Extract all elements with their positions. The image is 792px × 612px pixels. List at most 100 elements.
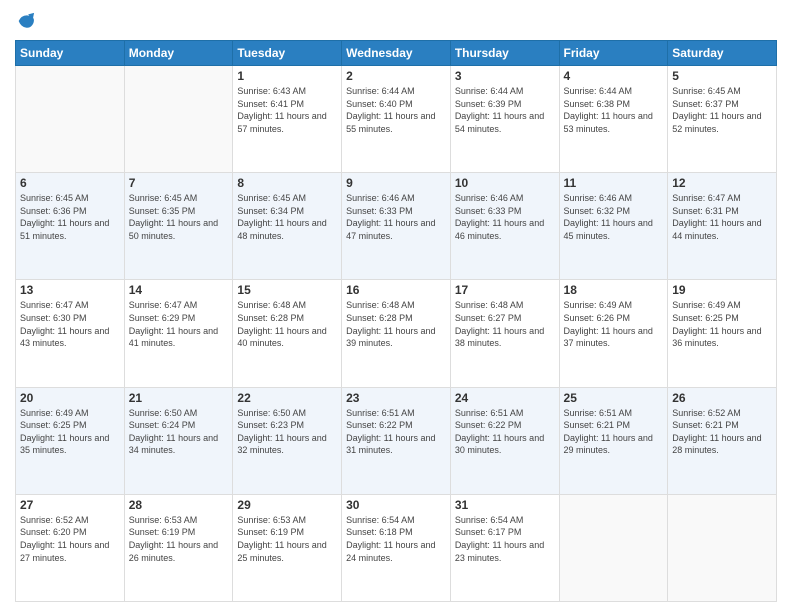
day-number: 29 [237, 498, 337, 512]
calendar-cell: 9 Sunrise: 6:46 AM Sunset: 6:33 PM Daylig… [342, 173, 451, 280]
calendar-body: 1 Sunrise: 6:43 AM Sunset: 6:41 PM Daylig… [16, 66, 777, 602]
day-info: Sunrise: 6:46 AM Sunset: 6:32 PM Dayligh… [564, 192, 664, 242]
calendar-cell: 13 Sunrise: 6:47 AM Sunset: 6:30 PM Dayli… [16, 280, 125, 387]
weekday-header-row: SundayMondayTuesdayWednesdayThursdayFrid… [16, 41, 777, 66]
day-number: 20 [20, 391, 120, 405]
logo [15, 10, 41, 32]
day-info: Sunrise: 6:48 AM Sunset: 6:27 PM Dayligh… [455, 299, 555, 349]
day-info: Sunrise: 6:51 AM Sunset: 6:21 PM Dayligh… [564, 407, 664, 457]
page: SundayMondayTuesdayWednesdayThursdayFrid… [0, 0, 792, 612]
day-info: Sunrise: 6:44 AM Sunset: 6:38 PM Dayligh… [564, 85, 664, 135]
day-info: Sunrise: 6:53 AM Sunset: 6:19 PM Dayligh… [237, 514, 337, 564]
calendar-week-1: 1 Sunrise: 6:43 AM Sunset: 6:41 PM Daylig… [16, 66, 777, 173]
day-info: Sunrise: 6:45 AM Sunset: 6:34 PM Dayligh… [237, 192, 337, 242]
calendar-cell [559, 494, 668, 601]
calendar-cell: 24Sunrise: 6:51 AM Sunset: 6:22 PM Dayli… [450, 387, 559, 494]
day-info: Sunrise: 6:45 AM Sunset: 6:35 PM Dayligh… [129, 192, 229, 242]
weekday-header-thursday: Thursday [450, 41, 559, 66]
day-info: Sunrise: 6:45 AM Sunset: 6:37 PM Dayligh… [672, 85, 772, 135]
day-number: 7 [129, 176, 229, 190]
day-number: 21 [129, 391, 229, 405]
calendar-cell: 23 Sunrise: 6:51 AM Sunset: 6:22 PM Dayli… [342, 387, 451, 494]
calendar-week-4: 20 Sunrise: 6:49 AM Sunset: 6:25 PM Dayli… [16, 387, 777, 494]
calendar-week-3: 13 Sunrise: 6:47 AM Sunset: 6:30 PM Dayli… [16, 280, 777, 387]
calendar-cell: 27 Sunrise: 6:52 AM Sunset: 6:20 PM Dayli… [16, 494, 125, 601]
day-info: Sunrise: 6:54 AM Sunset: 6:17 PM Dayligh… [455, 514, 555, 564]
logo-icon [15, 10, 37, 32]
day-number: 12 [672, 176, 772, 190]
day-info: Sunrise: 6:44 AM Sunset: 6:39 PM Dayligh… [455, 85, 555, 135]
day-number: 1 [237, 69, 337, 83]
day-number: 23 [346, 391, 446, 405]
day-number: 5 [672, 69, 772, 83]
calendar-cell: 28 Sunrise: 6:53 AM Sunset: 6:19 PM Dayli… [124, 494, 233, 601]
weekday-header-wednesday: Wednesday [342, 41, 451, 66]
day-info: Sunrise: 6:49 AM Sunset: 6:25 PM Dayligh… [20, 407, 120, 457]
day-info: Sunrise: 6:45 AM Sunset: 6:36 PM Dayligh… [20, 192, 120, 242]
day-info: Sunrise: 6:46 AM Sunset: 6:33 PM Dayligh… [455, 192, 555, 242]
calendar-cell: 11Sunrise: 6:46 AM Sunset: 6:32 PM Dayli… [559, 173, 668, 280]
day-info: Sunrise: 6:49 AM Sunset: 6:26 PM Dayligh… [564, 299, 664, 349]
day-info: Sunrise: 6:47 AM Sunset: 6:29 PM Dayligh… [129, 299, 229, 349]
day-info: Sunrise: 6:53 AM Sunset: 6:19 PM Dayligh… [129, 514, 229, 564]
day-number: 19 [672, 283, 772, 297]
day-info: Sunrise: 6:47 AM Sunset: 6:31 PM Dayligh… [672, 192, 772, 242]
day-number: 10 [455, 176, 555, 190]
calendar-header: SundayMondayTuesdayWednesdayThursdayFrid… [16, 41, 777, 66]
calendar-cell: 10 Sunrise: 6:46 AM Sunset: 6:33 PM Dayli… [450, 173, 559, 280]
calendar-cell: 29 Sunrise: 6:53 AM Sunset: 6:19 PM Dayli… [233, 494, 342, 601]
calendar-cell: 8 Sunrise: 6:45 AM Sunset: 6:34 PM Daylig… [233, 173, 342, 280]
day-info: Sunrise: 6:52 AM Sunset: 6:20 PM Dayligh… [20, 514, 120, 564]
day-info: Sunrise: 6:50 AM Sunset: 6:24 PM Dayligh… [129, 407, 229, 457]
calendar-cell: 5 Sunrise: 6:45 AM Sunset: 6:37 PM Daylig… [668, 66, 777, 173]
day-info: Sunrise: 6:48 AM Sunset: 6:28 PM Dayligh… [237, 299, 337, 349]
calendar-cell: 2Sunrise: 6:44 AM Sunset: 6:40 PM Daylig… [342, 66, 451, 173]
calendar-cell: 17 Sunrise: 6:48 AM Sunset: 6:27 PM Dayli… [450, 280, 559, 387]
calendar-table: SundayMondayTuesdayWednesdayThursdayFrid… [15, 40, 777, 602]
weekday-header-tuesday: Tuesday [233, 41, 342, 66]
calendar-cell: 18 Sunrise: 6:49 AM Sunset: 6:26 PM Dayli… [559, 280, 668, 387]
day-number: 25 [564, 391, 664, 405]
calendar-cell: 1 Sunrise: 6:43 AM Sunset: 6:41 PM Daylig… [233, 66, 342, 173]
day-number: 16 [346, 283, 446, 297]
day-number: 24 [455, 391, 555, 405]
day-number: 8 [237, 176, 337, 190]
day-number: 28 [129, 498, 229, 512]
day-number: 13 [20, 283, 120, 297]
day-info: Sunrise: 6:54 AM Sunset: 6:18 PM Dayligh… [346, 514, 446, 564]
day-number: 18 [564, 283, 664, 297]
day-number: 17 [455, 283, 555, 297]
day-number: 3 [455, 69, 555, 83]
day-number: 4 [564, 69, 664, 83]
calendar-cell: 7 Sunrise: 6:45 AM Sunset: 6:35 PM Daylig… [124, 173, 233, 280]
calendar-cell [668, 494, 777, 601]
calendar-cell [16, 66, 125, 173]
day-info: Sunrise: 6:43 AM Sunset: 6:41 PM Dayligh… [237, 85, 337, 135]
day-number: 14 [129, 283, 229, 297]
calendar-cell: 26Sunrise: 6:52 AM Sunset: 6:21 PM Dayli… [668, 387, 777, 494]
day-info: Sunrise: 6:50 AM Sunset: 6:23 PM Dayligh… [237, 407, 337, 457]
day-info: Sunrise: 6:48 AM Sunset: 6:28 PM Dayligh… [346, 299, 446, 349]
calendar-cell: 22Sunrise: 6:50 AM Sunset: 6:23 PM Dayli… [233, 387, 342, 494]
day-number: 9 [346, 176, 446, 190]
calendar-cell: 12 Sunrise: 6:47 AM Sunset: 6:31 PM Dayli… [668, 173, 777, 280]
day-number: 30 [346, 498, 446, 512]
calendar-cell: 25 Sunrise: 6:51 AM Sunset: 6:21 PM Dayli… [559, 387, 668, 494]
calendar-cell: 20 Sunrise: 6:49 AM Sunset: 6:25 PM Dayli… [16, 387, 125, 494]
calendar-cell: 3 Sunrise: 6:44 AM Sunset: 6:39 PM Daylig… [450, 66, 559, 173]
day-info: Sunrise: 6:47 AM Sunset: 6:30 PM Dayligh… [20, 299, 120, 349]
calendar-week-5: 27 Sunrise: 6:52 AM Sunset: 6:20 PM Dayli… [16, 494, 777, 601]
weekday-header-friday: Friday [559, 41, 668, 66]
day-number: 27 [20, 498, 120, 512]
calendar-cell: 21 Sunrise: 6:50 AM Sunset: 6:24 PM Dayli… [124, 387, 233, 494]
calendar-cell: 15 Sunrise: 6:48 AM Sunset: 6:28 PM Dayli… [233, 280, 342, 387]
day-info: Sunrise: 6:51 AM Sunset: 6:22 PM Dayligh… [346, 407, 446, 457]
day-info: Sunrise: 6:46 AM Sunset: 6:33 PM Dayligh… [346, 192, 446, 242]
calendar-cell: 6Sunrise: 6:45 AM Sunset: 6:36 PM Daylig… [16, 173, 125, 280]
calendar-cell [124, 66, 233, 173]
calendar-cell: 31Sunrise: 6:54 AM Sunset: 6:17 PM Dayli… [450, 494, 559, 601]
day-number: 26 [672, 391, 772, 405]
day-number: 15 [237, 283, 337, 297]
calendar-week-2: 6Sunrise: 6:45 AM Sunset: 6:36 PM Daylig… [16, 173, 777, 280]
calendar-cell: 4 Sunrise: 6:44 AM Sunset: 6:38 PM Daylig… [559, 66, 668, 173]
